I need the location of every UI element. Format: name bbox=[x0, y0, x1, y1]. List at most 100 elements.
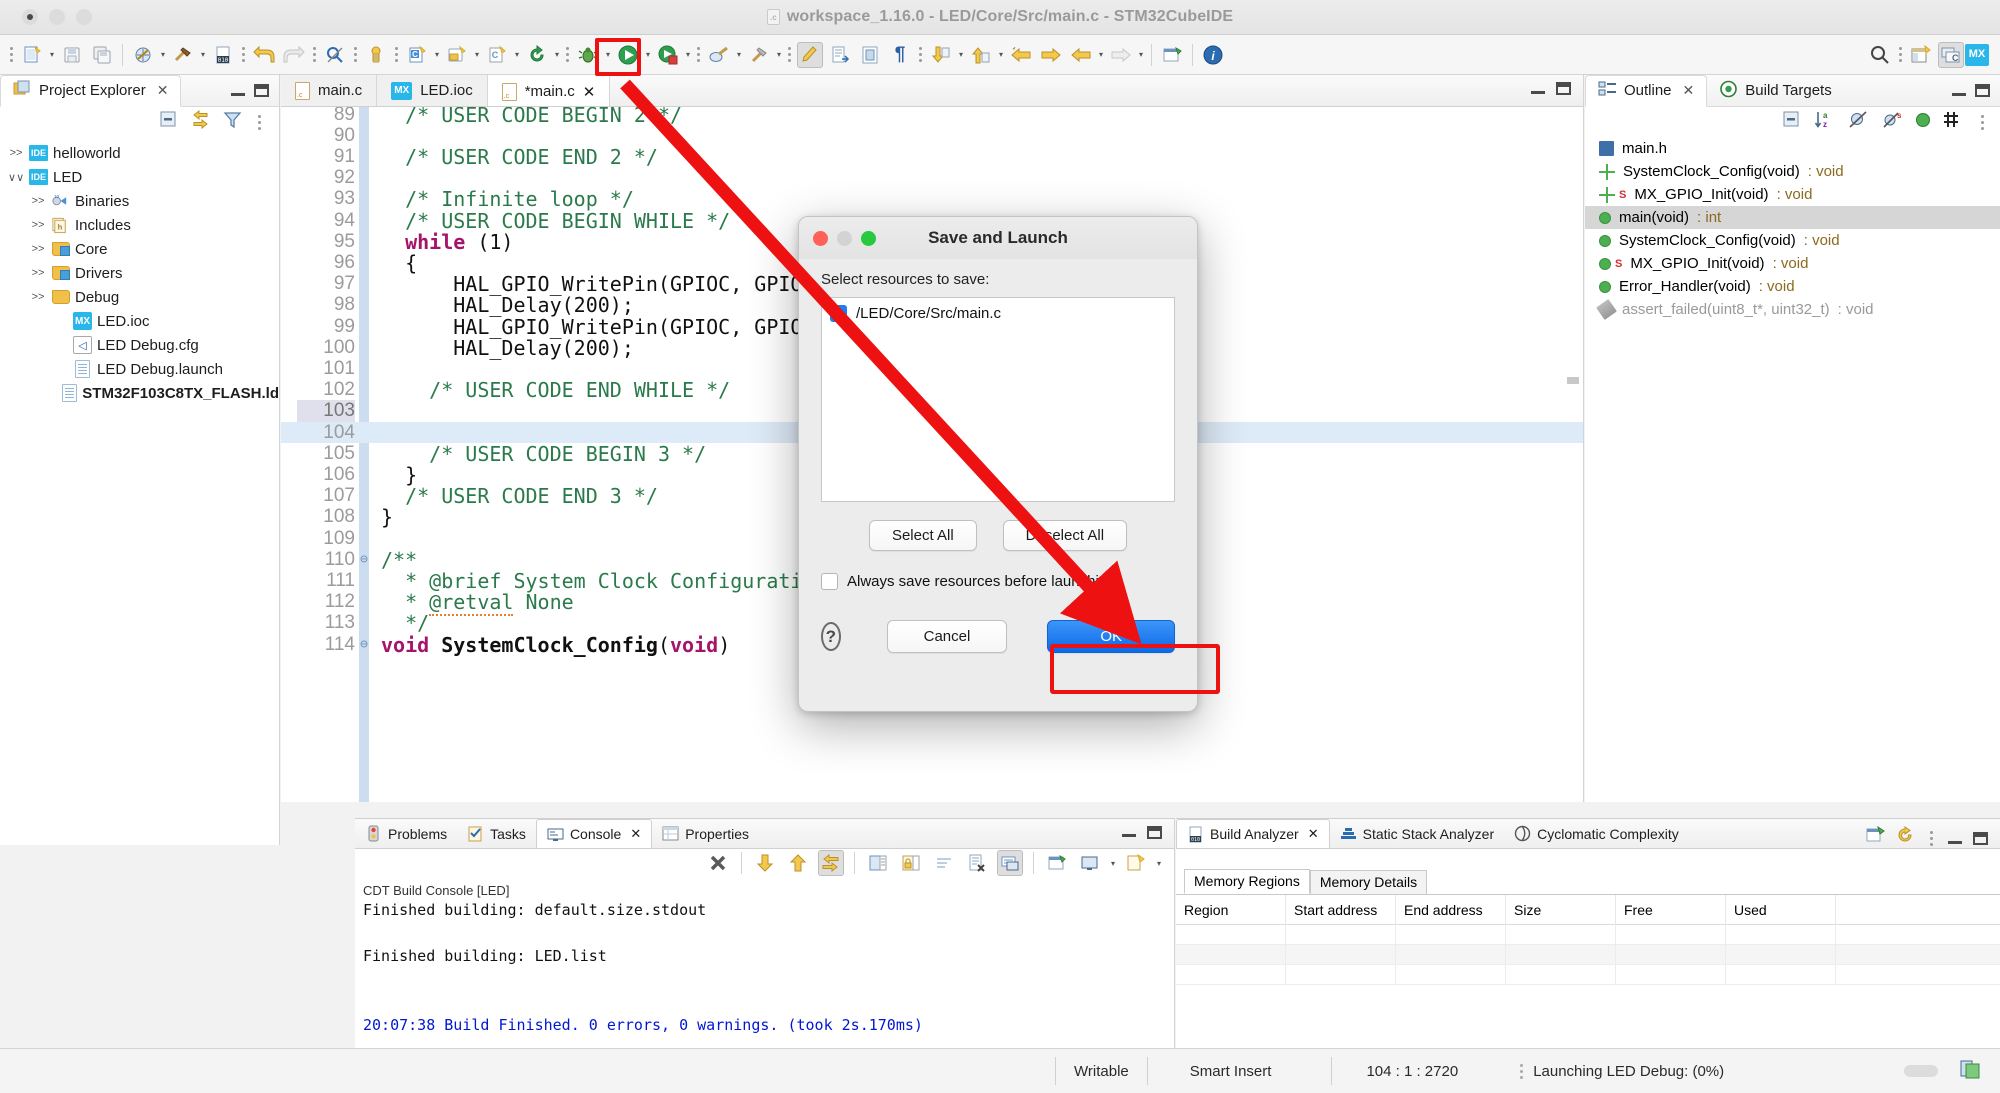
minimize-icon[interactable] bbox=[1952, 85, 1966, 96]
tree-item-helloworld[interactable]: > IDE helloworld bbox=[0, 141, 279, 165]
code-line-90[interactable]: 90 bbox=[281, 125, 1583, 146]
perspective-cubemx-icon[interactable]: MX bbox=[1964, 42, 1990, 68]
code-line-93[interactable]: 93 /* Infinite loop */ bbox=[281, 187, 1583, 211]
toolbar-drag-handle-4[interactable] bbox=[352, 44, 359, 66]
maximize-icon[interactable] bbox=[254, 84, 269, 97]
subtab-memory-regions[interactable]: Memory Regions bbox=[1184, 869, 1310, 894]
ok-button[interactable]: OK bbox=[1047, 620, 1175, 653]
new-folder-caret-icon[interactable]: ▾ bbox=[472, 50, 482, 59]
close-icon[interactable]: ✕ bbox=[157, 82, 169, 99]
view-menu-icon[interactable] bbox=[256, 113, 263, 131]
toolbar-drag-handle-5[interactable] bbox=[393, 44, 400, 66]
maximize-icon[interactable] bbox=[1556, 82, 1571, 95]
save-and-launch-dialog[interactable]: Save and Launch Select resources to save… bbox=[798, 216, 1198, 712]
build-all-icon[interactable] bbox=[130, 42, 156, 68]
outline-item-mx_gpio_init[interactable]: S MX_GPIO_Init(void) : void bbox=[1585, 183, 2000, 206]
debug-config-icon[interactable] bbox=[363, 42, 389, 68]
tab-build-targets[interactable]: Build Targets bbox=[1707, 75, 1843, 107]
save-all-icon[interactable] bbox=[89, 42, 115, 68]
open-console-icon[interactable] bbox=[1044, 850, 1070, 876]
hide-fields-icon[interactable] bbox=[1848, 110, 1869, 134]
editor-tab-ledioc[interactable]: MX LED.ioc bbox=[377, 75, 488, 106]
forward-history-icon[interactable] bbox=[1108, 42, 1134, 68]
refresh-generate-caret-icon[interactable]: ▾ bbox=[552, 50, 562, 59]
column-header-free[interactable]: Free bbox=[1616, 894, 1726, 925]
collapse-all-icon[interactable] bbox=[1782, 110, 1801, 134]
cancel-button[interactable]: Cancel bbox=[886, 620, 1008, 653]
toggle-markoccurrences-icon[interactable] bbox=[797, 41, 823, 68]
collapse-all-icon[interactable] bbox=[159, 110, 178, 134]
resource-item[interactable]: ✔ /LED/Core/Src/main.c bbox=[830, 305, 1166, 322]
code-line-92[interactable]: 92 bbox=[281, 167, 1583, 189]
toolbar-drag-handle[interactable] bbox=[8, 44, 15, 66]
fold-toggle-icon[interactable]: ⊖ bbox=[357, 637, 371, 652]
outline-item-main[interactable]: main(void) : int bbox=[1585, 206, 2000, 229]
always-save-checkbox[interactable] bbox=[821, 573, 838, 590]
close-icon[interactable]: ✕ bbox=[630, 826, 641, 842]
tree-item-binaries[interactable]: >10 Binaries bbox=[0, 189, 279, 213]
remove-console-icon[interactable] bbox=[964, 850, 990, 876]
refresh-generate-icon[interactable] bbox=[524, 42, 550, 68]
tree-expander-closed-icon[interactable]: > bbox=[30, 291, 46, 303]
progress-monitor-icon[interactable] bbox=[1960, 1058, 1982, 1084]
tree-item-led-ioc[interactable]: MX LED.ioc bbox=[0, 309, 279, 333]
status-drag-handle[interactable] bbox=[1520, 1063, 1524, 1079]
previous-annotation-caret-icon[interactable]: ▾ bbox=[996, 50, 1006, 59]
tree-item-core[interactable]: > Core bbox=[0, 237, 279, 261]
tree-expander-closed-icon[interactable]: > bbox=[30, 243, 46, 255]
minimize-icon[interactable] bbox=[1531, 83, 1545, 94]
close-icon[interactable]: ✕ bbox=[583, 83, 596, 101]
new-icon[interactable] bbox=[19, 42, 45, 68]
editor-tab-mainc[interactable]: .c main.c bbox=[281, 75, 378, 106]
scroll-down-icon[interactable] bbox=[752, 850, 778, 876]
toolbar-drag-handle-6[interactable] bbox=[564, 44, 571, 66]
information-center-icon[interactable]: i bbox=[1200, 42, 1226, 68]
pin-console-caret-icon[interactable]: ▾ bbox=[1108, 859, 1118, 868]
minimize-icon[interactable] bbox=[231, 85, 245, 96]
help-icon[interactable]: ? bbox=[821, 622, 841, 651]
hide-macros-icon[interactable] bbox=[1943, 110, 1964, 134]
search-marker-icon[interactable] bbox=[322, 42, 348, 68]
always-save-row[interactable]: Always save resources before launching bbox=[821, 573, 1175, 590]
tree-item-includes[interactable]: > h Includes bbox=[0, 213, 279, 237]
outline-item-main.h[interactable]: main.h bbox=[1585, 137, 2000, 160]
close-icon[interactable]: ✕ bbox=[1308, 826, 1319, 842]
new-window-icon[interactable] bbox=[1159, 42, 1185, 68]
subtab-memory-details[interactable]: Memory Details bbox=[1309, 870, 1428, 894]
new-folder-icon[interactable] bbox=[444, 42, 470, 68]
column-header-end-address[interactable]: End address bbox=[1396, 894, 1506, 925]
maximize-icon[interactable] bbox=[1973, 831, 1988, 845]
outline-item-mx_gpio_init[interactable]: S MX_GPIO_Init(void) : void bbox=[1585, 252, 2000, 275]
tab-project-explorer[interactable]: Project Explorer ✕ bbox=[0, 74, 182, 107]
new-c-file-icon[interactable]: C bbox=[484, 42, 510, 68]
hammer-build-icon[interactable] bbox=[170, 42, 196, 68]
tree-item-debug[interactable]: > Debug bbox=[0, 285, 279, 309]
column-header-region[interactable]: Region bbox=[1176, 894, 1286, 925]
toolbar-drag-handle-2[interactable] bbox=[240, 44, 247, 66]
next-annotation-caret-icon[interactable]: ▾ bbox=[956, 50, 966, 59]
toolbar-drag-handle-3[interactable] bbox=[311, 44, 318, 66]
view-menu-icon[interactable] bbox=[1979, 113, 1986, 131]
tree-item-stm32f103c8tx-flash-ld[interactable]: STM32F103C8TX_FLASH.ld bbox=[0, 381, 279, 405]
tab-static-stack-analyzer[interactable]: Static Stack Analyzer bbox=[1330, 819, 1505, 848]
code-line-89[interactable]: 89 /* USER CODE BEGIN 2 */ bbox=[281, 107, 1583, 127]
refresh-analyzer-icon[interactable] bbox=[1866, 825, 1885, 850]
rebuild-icon[interactable] bbox=[1896, 826, 1915, 850]
tree-expander-closed-icon[interactable]: > bbox=[30, 219, 46, 231]
new-c-file-caret-icon[interactable]: ▾ bbox=[512, 50, 522, 59]
toolbar-drag-handle-8[interactable] bbox=[786, 44, 793, 66]
outline-item-systemclock_config[interactable]: SystemClock_Config(void) : void bbox=[1585, 229, 2000, 252]
fold-toggle-icon[interactable]: ⊖ bbox=[357, 552, 371, 567]
debug-tool-caret-icon[interactable]: ▾ bbox=[774, 50, 784, 59]
view-menu-icon[interactable] bbox=[1928, 829, 1935, 847]
forward-edit-icon[interactable] bbox=[1038, 42, 1064, 68]
terminate-icon[interactable] bbox=[705, 850, 731, 876]
back-history-caret-icon[interactable]: ▾ bbox=[1096, 50, 1106, 59]
toolbar-drag-handle-7[interactable] bbox=[695, 44, 702, 66]
tab-build-analyzer[interactable]: 010 Build Analyzer ✕ bbox=[1176, 819, 1330, 848]
external-tools-caret-icon[interactable]: ▾ bbox=[734, 50, 744, 59]
undo-icon[interactable] bbox=[251, 42, 277, 68]
new-console-view-caret-icon[interactable]: ▾ bbox=[1154, 859, 1164, 868]
scroll-up-icon[interactable] bbox=[785, 850, 811, 876]
link-with-editor-icon[interactable] bbox=[190, 109, 211, 134]
